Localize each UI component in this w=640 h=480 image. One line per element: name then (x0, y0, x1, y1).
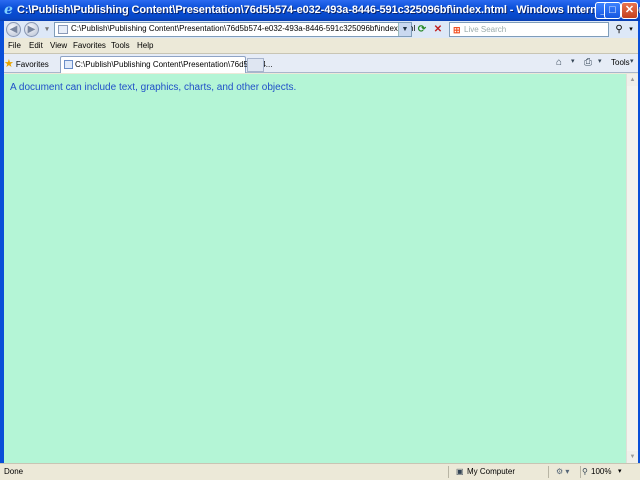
home-icon[interactable]: ⌂ (556, 57, 562, 68)
vertical-scrollbar[interactable]: ▲ ▼ (626, 74, 638, 463)
window-title: C:\Publish\Publishing Content\Presentati… (17, 4, 640, 16)
zoom-dropdown-icon[interactable]: ▾ (618, 467, 622, 475)
menu-view[interactable]: View (50, 41, 67, 50)
maximize-button[interactable]: □ (604, 2, 621, 19)
menu-favorites[interactable]: Favorites (73, 41, 106, 50)
search-icon[interactable]: ⚲ (612, 23, 626, 36)
tab-active[interactable]: C:\Publish\Publishing Content\Presentati… (60, 56, 272, 73)
status-text: Done (4, 467, 24, 476)
address-text: C:\Publish\Publishing Content\Presentati… (71, 24, 416, 33)
page-icon (64, 60, 73, 69)
refresh-icon[interactable]: ⟳ (415, 23, 429, 36)
divider (548, 466, 549, 478)
back-button[interactable]: ◀ (6, 22, 21, 37)
search-placeholder: Live Search (464, 25, 507, 34)
tab-label: C:\Publish\Publishing Content\Presentati… (75, 60, 273, 69)
print-dropdown-icon[interactable]: ▾ (598, 57, 602, 65)
page-content: A document can include text, graphics, c… (4, 74, 626, 463)
scroll-down-icon[interactable]: ▼ (627, 451, 638, 463)
menu-edit[interactable]: Edit (29, 41, 43, 50)
divider (580, 466, 581, 478)
star-icon: ★ (4, 58, 14, 70)
search-options-icon[interactable]: ▾ (626, 23, 636, 36)
address-row: ◀ ▶ ▾ C:\Publish\Publishing Content\Pres… (0, 21, 640, 38)
ie-window: e C:\Publish\Publishing Content\Presenta… (0, 0, 640, 480)
status-bar: Done ▣ My Computer ⚙ ▾ ⚲ 100% ▾ (0, 463, 640, 480)
divider (448, 466, 449, 478)
tools-dropdown-icon[interactable]: ▾ (630, 57, 634, 65)
menu-bar: File Edit View Favorites Tools Help (0, 38, 640, 54)
print-icon[interactable]: ⎙ (584, 57, 592, 68)
favorites-label: Favorites (15, 60, 49, 69)
home-dropdown-icon[interactable]: ▾ (571, 57, 575, 65)
title-bar[interactable]: e C:\Publish\Publishing Content\Presenta… (0, 0, 640, 21)
tools-button[interactable]: Tools (611, 58, 630, 67)
address-field[interactable]: C:\Publish\Publishing Content\Presentati… (54, 22, 416, 37)
content-text: A document can include text, graphics, c… (10, 82, 297, 93)
address-dropdown-icon[interactable]: ▼ (398, 23, 411, 36)
recent-pages-dropdown-icon[interactable]: ▾ (40, 23, 54, 36)
close-button[interactable]: ✕ (621, 2, 638, 19)
new-tab-button[interactable] (247, 58, 264, 72)
ie-logo-icon: e (4, 2, 13, 18)
zoom-level[interactable]: 100% (591, 467, 611, 476)
protected-mode-icon[interactable]: ⚙ ▾ (556, 467, 569, 476)
search-input[interactable]: ⊞ Live Search (449, 22, 609, 37)
stop-icon[interactable]: ✕ (431, 23, 445, 36)
zone-label: My Computer (467, 467, 516, 476)
zoom-icon[interactable]: ⚲ (582, 467, 588, 476)
computer-icon: ▣ (456, 467, 464, 476)
favorites-button[interactable]: ★ Favorites (4, 57, 49, 70)
menu-tools[interactable]: Tools (111, 41, 130, 50)
menu-file[interactable]: File (8, 41, 21, 50)
menu-help[interactable]: Help (137, 41, 153, 50)
tab-row: ★ Favorites C:\Publish\Publishing Content… (0, 54, 640, 73)
live-search-logo-icon: ⊞ (453, 25, 461, 35)
scroll-up-icon[interactable]: ▲ (627, 74, 638, 86)
forward-button[interactable]: ▶ (24, 22, 39, 37)
page-icon (58, 25, 68, 34)
